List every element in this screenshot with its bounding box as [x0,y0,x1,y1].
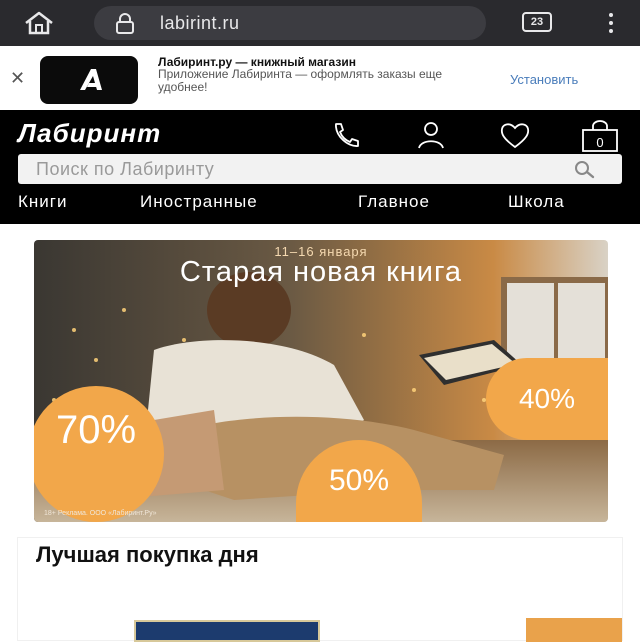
app-logo-icon[interactable] [40,56,138,104]
address-bar[interactable]: labirint.ru [94,6,486,40]
book-cover[interactable] [526,618,622,642]
heart-icon[interactable] [498,120,532,150]
search-placeholder: Поиск по Лабиринту [36,159,215,179]
nav-foreign[interactable]: Иностранные [140,192,258,212]
more-menu-icon[interactable] [604,12,618,34]
nav-main[interactable]: Главное [358,192,430,212]
site-header: Лабиринт 0 Поиск по Лабиринту Книги Инос… [0,110,640,224]
search-input[interactable]: Поиск по Лабиринту [18,154,622,184]
phone-icon[interactable] [328,120,362,150]
nav-books[interactable]: Книги [18,192,67,212]
promo-title: Старая новая книга [179,256,463,288]
best-buy-section: Лучшая покупка дня [18,538,622,642]
cart-icon[interactable]: 0 [580,120,620,152]
svg-text:0: 0 [596,135,603,150]
nav-school[interactable]: Школа [508,192,565,212]
category-nav: Книги Иностранные Главное Школа [0,192,640,216]
book-cover[interactable] [134,620,320,642]
url-text[interactable]: labirint.ru [160,13,240,34]
user-icon[interactable] [414,120,448,150]
ad-caption: 18+ Реклама. ООО «Лабиринт.Ру» [44,510,157,517]
tabs-icon[interactable]: 23 [522,12,552,32]
discount-badge-70: 70% [34,386,164,522]
close-icon[interactable]: ✕ [10,68,25,89]
site-logo[interactable]: Лабиринт [18,118,161,149]
lock-icon [114,12,136,34]
discount-badge-40: 40% [486,358,608,440]
browser-toolbar: labirint.ru 23 [0,0,640,46]
section-title: Лучшая покупка дня [36,542,259,567]
promo-banner[interactable]: 11–16 января Старая новая книга 70% 40% … [34,240,608,522]
app-description: Приложение Лабиринта — оформлять заказы … [158,67,443,94]
search-icon[interactable] [572,159,598,179]
app-install-banner: ✕ Лабиринт.ру — книжный магазин Приложен… [0,46,640,111]
home-icon[interactable] [22,10,56,36]
install-button[interactable]: Установить [510,72,578,87]
